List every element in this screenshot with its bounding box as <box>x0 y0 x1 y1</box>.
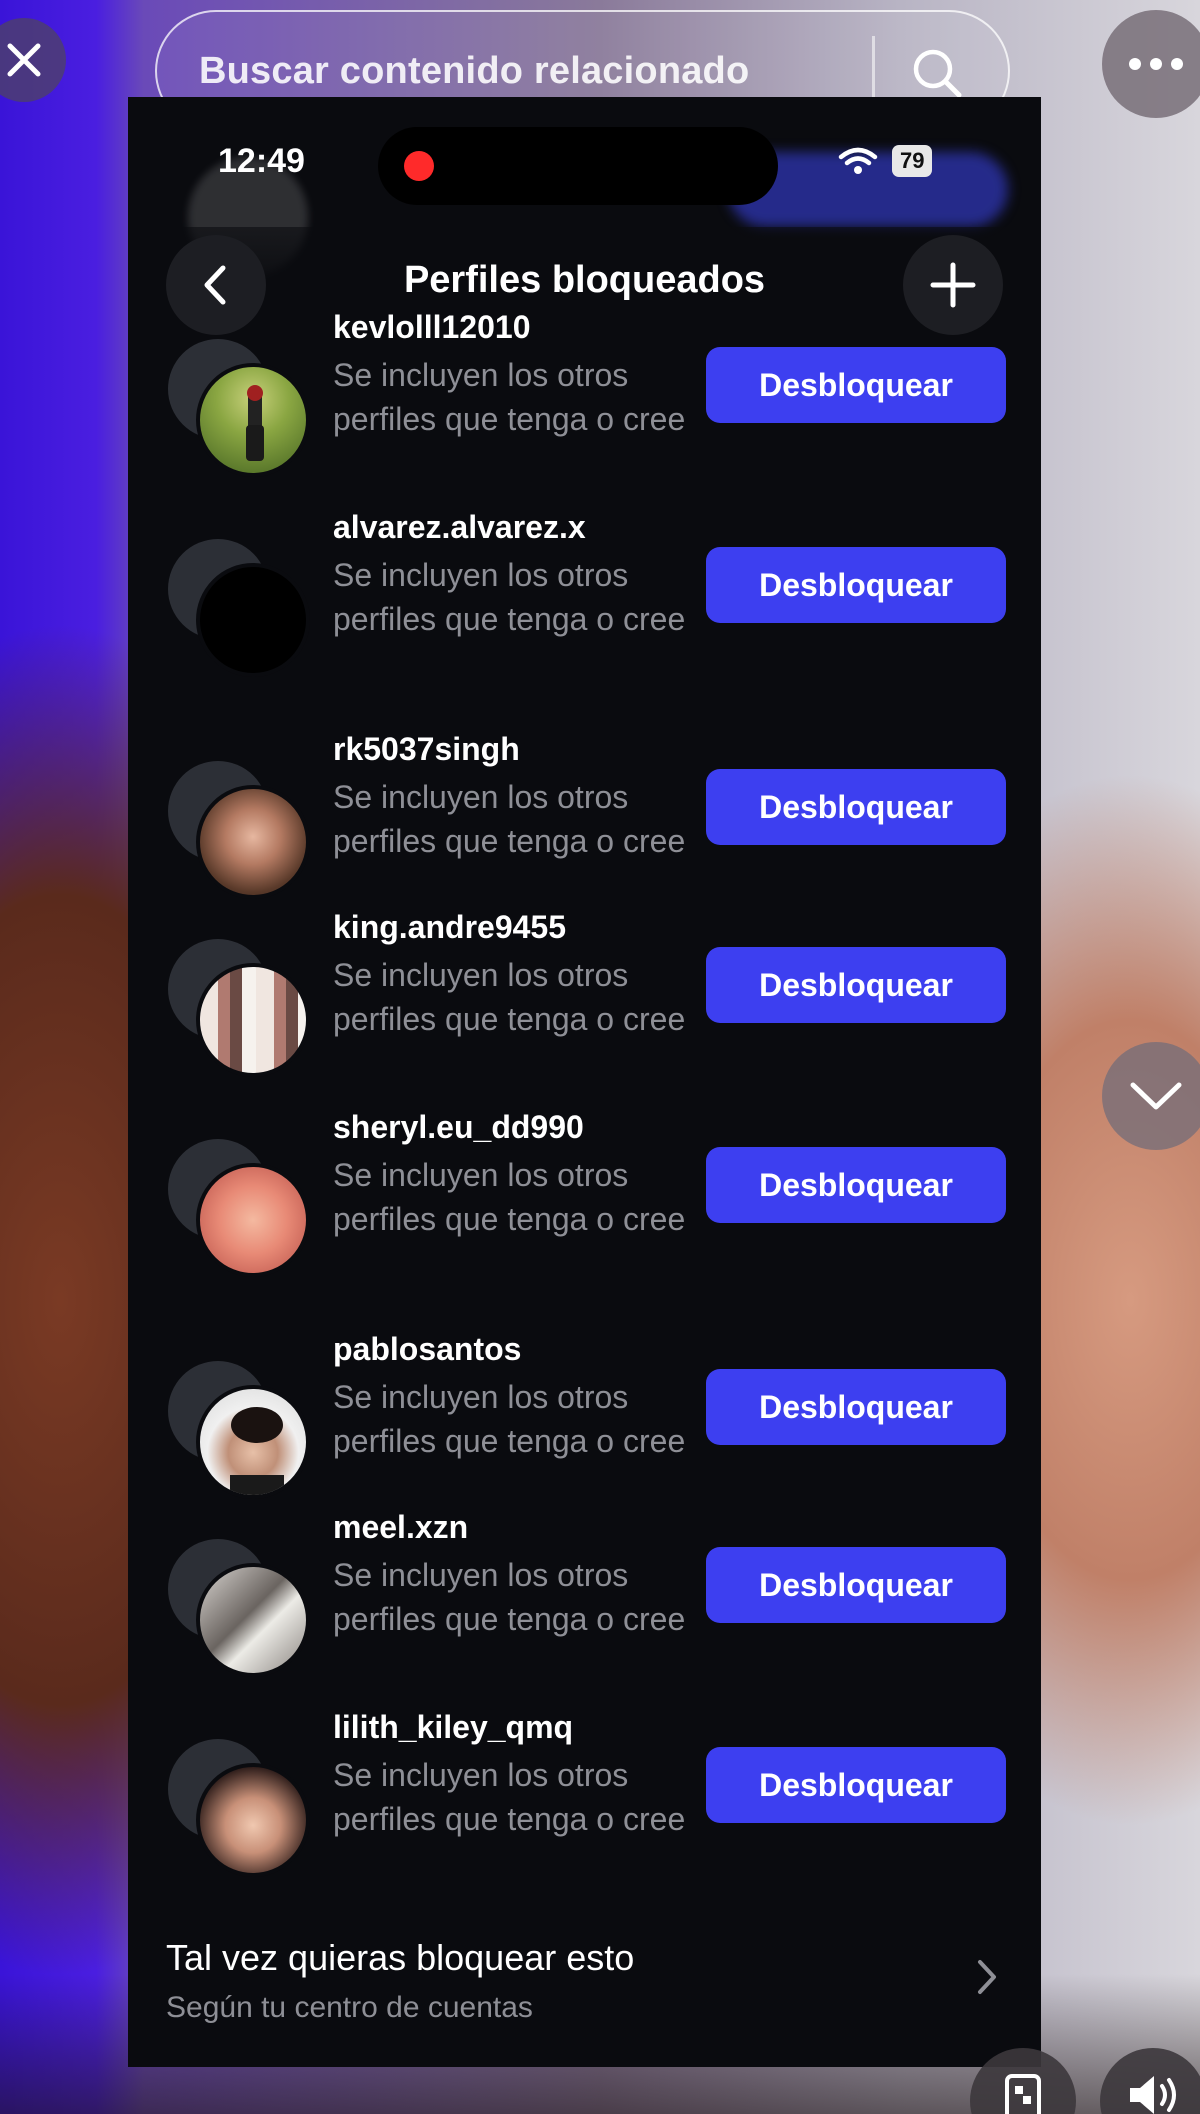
more-icon <box>1129 58 1183 70</box>
unblock-button[interactable]: Desbloquear <box>706 1547 1006 1623</box>
recording-indicator <box>404 151 434 181</box>
blocked-profile-row: king.andre9455 Se incluyen los otros per… <box>128 909 1041 1089</box>
close-icon <box>7 43 41 77</box>
blocked-profile-row: kevlolll12010 Se incluyen los otros perf… <box>128 309 1041 489</box>
avatar[interactable] <box>196 1563 310 1677</box>
unblock-button[interactable]: Desbloquear <box>706 1747 1006 1823</box>
blocked-profile-row: alvarez.alvarez.x Se incluyen los otros … <box>128 509 1041 689</box>
unblock-button[interactable]: Desbloquear <box>706 769 1006 845</box>
status-indicators: 79 <box>838 145 933 177</box>
avatar[interactable] <box>196 1163 310 1277</box>
username[interactable]: kevlolll12010 <box>333 309 530 346</box>
blocked-profile-row: meel.xzn Se incluyen los otros perfiles … <box>128 1509 1041 1689</box>
search-icon[interactable] <box>909 45 965 101</box>
username[interactable]: king.andre9455 <box>333 909 566 946</box>
search-placeholder: Buscar contenido relacionado <box>199 49 750 92</box>
username[interactable]: pablosantos <box>333 1331 521 1368</box>
profile-note: Se incluyen los otros perfiles que tenga… <box>333 357 686 437</box>
dynamic-island <box>378 127 778 205</box>
more-options-button[interactable] <box>1102 10 1200 118</box>
battery-level: 79 <box>892 145 933 177</box>
screen-cast-icon <box>1005 2074 1041 2114</box>
username[interactable]: alvarez.alvarez.x <box>333 509 586 546</box>
chevron-down-icon <box>1130 1082 1182 1110</box>
chevron-right-icon <box>978 1960 996 1994</box>
avatar[interactable] <box>196 1763 310 1877</box>
blocked-profiles-screen: 12:49 79 Perfiles bloqueados kevlolll120… <box>128 97 1041 2067</box>
avatar[interactable] <box>196 363 310 477</box>
username[interactable]: meel.xzn <box>333 1509 468 1546</box>
avatar[interactable] <box>196 563 310 677</box>
username[interactable]: lilith_kiley_qmq <box>333 1709 573 1746</box>
blocked-profile-row: rk5037singh Se incluyen los otros perfil… <box>128 731 1041 911</box>
profile-note: Se incluyen los otros perfiles que tenga… <box>333 1557 686 1637</box>
plus-icon <box>930 262 976 308</box>
avatar[interactable] <box>196 1385 310 1499</box>
profile-note: Se incluyen los otros perfiles que tenga… <box>333 1379 686 1459</box>
unblock-button[interactable]: Desbloquear <box>706 547 1006 623</box>
unblock-button[interactable]: Desbloquear <box>706 1147 1006 1223</box>
avatar[interactable] <box>196 785 310 899</box>
username[interactable]: sheryl.eu_dd990 <box>333 1109 584 1146</box>
scroll-down-button[interactable] <box>1102 1042 1200 1150</box>
avatar-image <box>246 385 264 461</box>
blocked-profile-row: lilith_kiley_qmq Se incluyen los otros p… <box>128 1709 1041 1889</box>
unblock-button[interactable]: Desbloquear <box>706 1369 1006 1445</box>
username[interactable]: rk5037singh <box>333 731 520 768</box>
volume-icon <box>1130 2076 1176 2114</box>
profile-note: Se incluyen los otros perfiles que tenga… <box>333 557 686 637</box>
profile-note: Se incluyen los otros perfiles que tenga… <box>333 1157 686 1237</box>
suggestion-title: Tal vez quieras bloquear esto <box>166 1937 635 1978</box>
block-suggestion-link[interactable]: Tal vez quieras bloquear esto Según tu c… <box>128 1927 1041 2047</box>
wifi-icon <box>838 147 878 174</box>
blocked-profile-row: pablosantos Se incluyen los otros perfil… <box>128 1331 1041 1511</box>
unblock-button[interactable]: Desbloquear <box>706 347 1006 423</box>
suggestion-subtitle: Según tu centro de cuentas <box>166 1991 533 2024</box>
profile-note: Se incluyen los otros perfiles que tenga… <box>333 1757 686 1837</box>
unblock-button[interactable]: Desbloquear <box>706 947 1006 1023</box>
profile-note: Se incluyen los otros perfiles que tenga… <box>333 957 686 1037</box>
status-time: 12:49 <box>218 142 305 180</box>
avatar[interactable] <box>196 963 310 1077</box>
blocked-profile-row: sheryl.eu_dd990 Se incluyen los otros pe… <box>128 1109 1041 1289</box>
profile-note: Se incluyen los otros perfiles que tenga… <box>333 779 686 859</box>
avatar-image <box>230 1407 284 1495</box>
